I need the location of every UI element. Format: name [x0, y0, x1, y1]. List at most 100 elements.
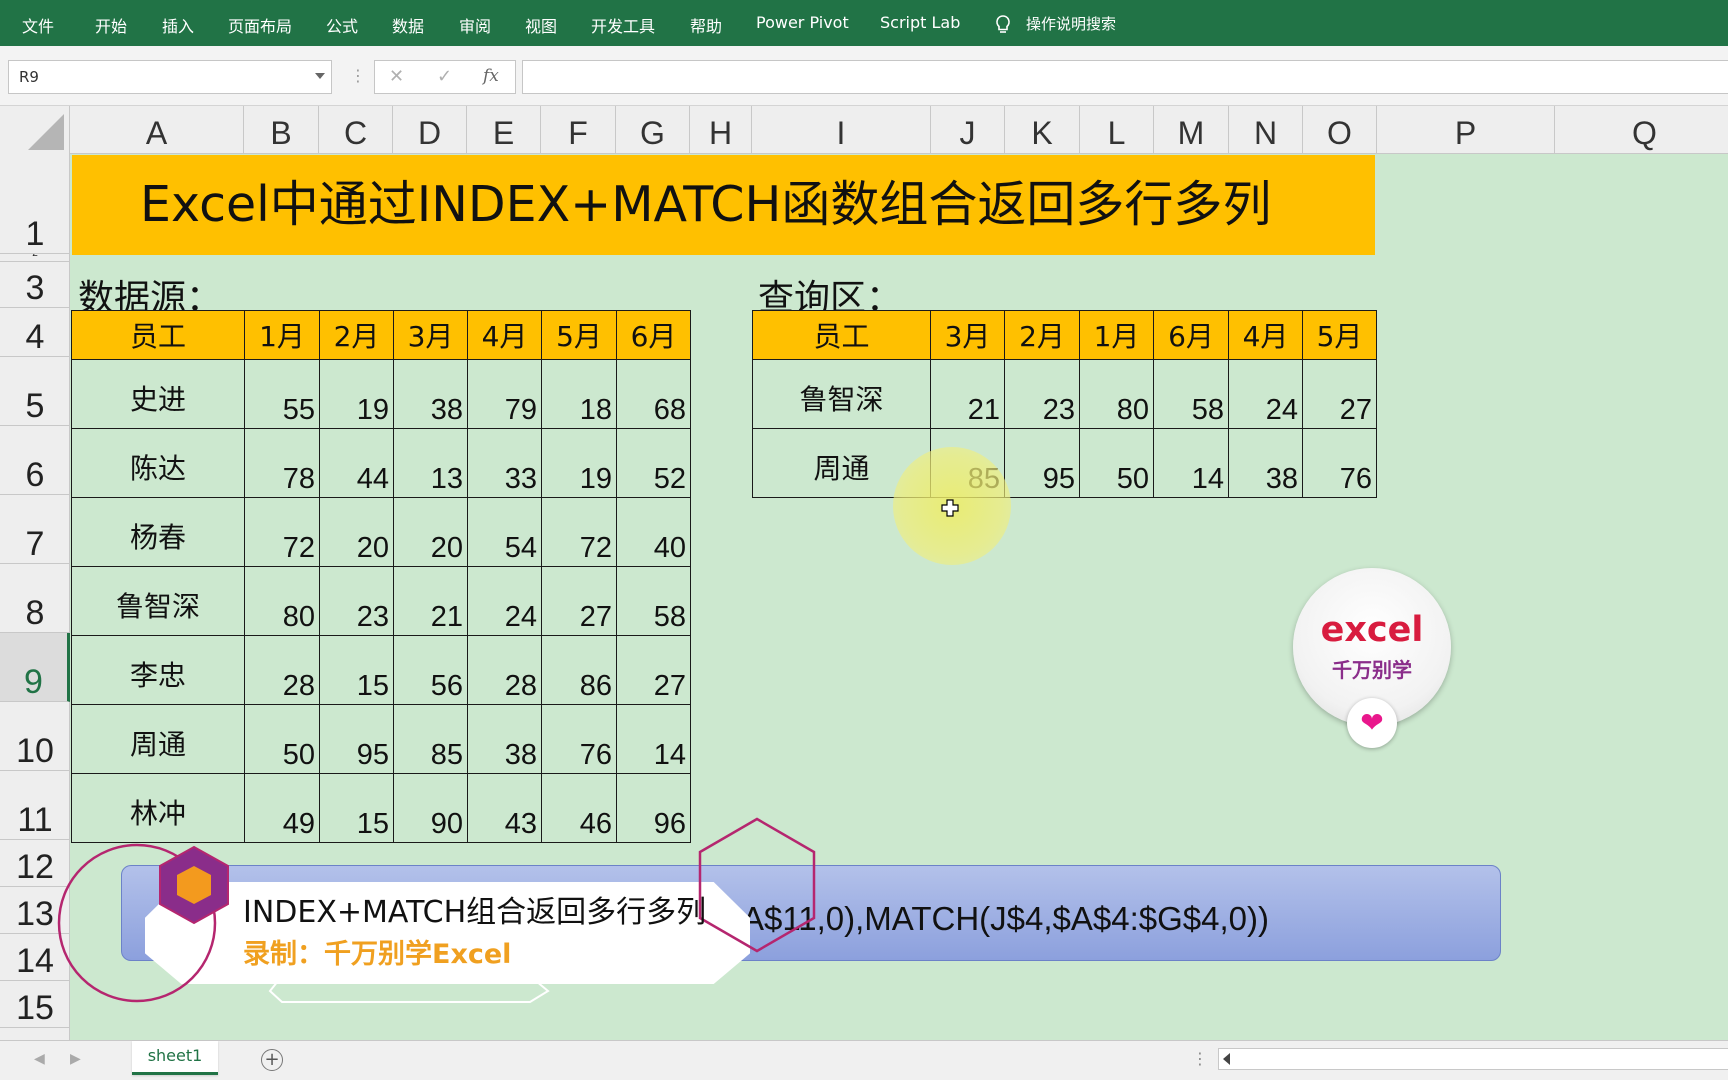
sheet-title[interactable]: Excel中通过INDEX+MATCH函数组合返回多行多列 — [72, 155, 1375, 255]
row-header-5[interactable]: 5 — [0, 357, 70, 426]
query-header-cell[interactable]: 6月 — [1153, 310, 1229, 360]
tab-data[interactable]: 数据 — [392, 13, 424, 37]
query-header-cell[interactable]: 1月 — [1079, 310, 1154, 360]
query-value-cell[interactable]: 95 — [1004, 428, 1080, 498]
horizontal-scrollbar[interactable] — [1218, 1048, 1728, 1070]
query-value-cell[interactable]: 21 — [930, 359, 1005, 429]
source-value-cell[interactable]: 28 — [244, 635, 320, 705]
source-value-cell[interactable]: 56 — [393, 635, 468, 705]
tab-formulas[interactable]: 公式 — [326, 13, 358, 37]
source-value-cell[interactable]: 50 — [244, 704, 320, 774]
source-value-cell[interactable]: 28 — [467, 635, 542, 705]
prev-sheet-icon[interactable]: ◀ — [34, 1051, 45, 1067]
source-header-cell[interactable]: 1月 — [244, 310, 320, 360]
column-header-d[interactable]: D — [393, 106, 467, 154]
source-name-cell[interactable]: 李忠 — [71, 635, 245, 705]
source-value-cell[interactable]: 58 — [616, 566, 691, 636]
row-header-14[interactable]: 14 — [0, 934, 70, 981]
query-value-cell[interactable]: 24 — [1228, 359, 1303, 429]
source-header-cell[interactable]: 4月 — [467, 310, 542, 360]
column-header-q[interactable]: Q — [1555, 106, 1728, 154]
source-value-cell[interactable]: 38 — [467, 704, 542, 774]
source-value-cell[interactable]: 15 — [319, 635, 394, 705]
source-value-cell[interactable]: 78 — [244, 428, 320, 498]
source-value-cell[interactable]: 38 — [393, 359, 468, 429]
query-header-cell[interactable]: 4月 — [1228, 310, 1303, 360]
source-value-cell[interactable]: 72 — [541, 497, 617, 567]
tab-help[interactable]: 帮助 — [690, 13, 722, 37]
source-value-cell[interactable]: 90 — [393, 773, 468, 843]
fx-icon[interactable]: fx — [483, 66, 499, 86]
source-value-cell[interactable]: 33 — [467, 428, 542, 498]
source-value-cell[interactable]: 27 — [541, 566, 617, 636]
cancel-icon[interactable]: ✕ — [389, 66, 404, 87]
query-name-cell[interactable]: 鲁智深 — [752, 359, 931, 429]
source-value-cell[interactable]: 76 — [541, 704, 617, 774]
tab-file[interactable]: 文件 — [22, 13, 54, 37]
source-value-cell[interactable]: 86 — [541, 635, 617, 705]
column-header-n[interactable]: N — [1229, 106, 1303, 154]
source-name-cell[interactable]: 史进 — [71, 359, 245, 429]
source-name-cell[interactable]: 周通 — [71, 704, 245, 774]
source-value-cell[interactable]: 46 — [541, 773, 617, 843]
source-value-cell[interactable]: 20 — [393, 497, 468, 567]
query-value-cell[interactable]: 14 — [1153, 428, 1229, 498]
worksheet-grid[interactable]: A B C D E F G H I J K L M N O P Q 1 2 3 … — [0, 106, 1728, 1040]
source-value-cell[interactable]: 96 — [616, 773, 691, 843]
tab-script-lab[interactable]: Script Lab — [880, 13, 960, 32]
column-header-h[interactable]: H — [690, 106, 752, 154]
name-box[interactable]: R9 — [8, 60, 332, 94]
source-value-cell[interactable]: 21 — [393, 566, 468, 636]
row-header-11[interactable]: 11 — [0, 771, 70, 840]
column-header-m[interactable]: M — [1154, 106, 1229, 154]
source-header-cell[interactable]: 6月 — [616, 310, 691, 360]
source-name-cell[interactable]: 陈达 — [71, 428, 245, 498]
tab-developer[interactable]: 开发工具 — [591, 13, 655, 37]
source-value-cell[interactable]: 79 — [467, 359, 542, 429]
source-value-cell[interactable]: 19 — [319, 359, 394, 429]
tab-page-layout[interactable]: 页面布局 — [228, 13, 292, 37]
source-value-cell[interactable]: 49 — [244, 773, 320, 843]
row-header-2[interactable]: 2 — [0, 254, 70, 262]
query-value-cell[interactable]: 23 — [1004, 359, 1080, 429]
source-value-cell[interactable]: 14 — [616, 704, 691, 774]
source-header-cell[interactable]: 3月 — [393, 310, 468, 360]
tab-home[interactable]: 开始 — [95, 13, 127, 37]
source-value-cell[interactable]: 18 — [541, 359, 617, 429]
column-header-g[interactable]: G — [616, 106, 690, 154]
column-header-j[interactable]: J — [931, 106, 1005, 154]
column-header-c[interactable]: C — [319, 106, 393, 154]
source-name-cell[interactable]: 杨春 — [71, 497, 245, 567]
sheet-tab-sheet1[interactable]: sheet1 — [132, 1041, 218, 1075]
source-value-cell[interactable]: 15 — [319, 773, 394, 843]
column-header-b[interactable]: B — [244, 106, 319, 154]
row-header-1[interactable]: 1 — [0, 154, 70, 254]
query-value-cell[interactable]: 27 — [1302, 359, 1377, 429]
source-name-cell[interactable]: 林冲 — [71, 773, 245, 843]
column-header-l[interactable]: L — [1080, 106, 1154, 154]
row-header-7[interactable]: 7 — [0, 495, 70, 564]
source-value-cell[interactable]: 44 — [319, 428, 394, 498]
chevron-down-icon[interactable] — [315, 73, 325, 79]
scroll-splitter[interactable]: ⋮ — [1192, 1049, 1208, 1068]
source-value-cell[interactable]: 68 — [616, 359, 691, 429]
lightbulb-icon[interactable] — [993, 14, 1013, 36]
query-header-cell[interactable]: 2月 — [1004, 310, 1080, 360]
row-header-12[interactable]: 12 — [0, 840, 70, 887]
source-value-cell[interactable]: 80 — [244, 566, 320, 636]
add-sheet-button[interactable]: + — [261, 1049, 283, 1071]
scroll-left-icon[interactable] — [1223, 1053, 1230, 1065]
source-value-cell[interactable]: 55 — [244, 359, 320, 429]
source-header-cell[interactable]: 员工 — [71, 310, 245, 360]
query-value-cell[interactable]: 50 — [1079, 428, 1154, 498]
column-header-i[interactable]: I — [752, 106, 931, 154]
select-all-corner[interactable] — [0, 106, 70, 154]
source-header-cell[interactable]: 5月 — [541, 310, 617, 360]
query-value-cell[interactable]: 38 — [1228, 428, 1303, 498]
source-value-cell[interactable]: 27 — [616, 635, 691, 705]
source-value-cell[interactable]: 23 — [319, 566, 394, 636]
tab-insert[interactable]: 插入 — [162, 13, 194, 37]
row-header-3[interactable]: 3 — [0, 262, 70, 308]
tell-me-search[interactable]: 操作说明搜索 — [1026, 13, 1116, 34]
row-header-4[interactable]: 4 — [0, 308, 70, 357]
